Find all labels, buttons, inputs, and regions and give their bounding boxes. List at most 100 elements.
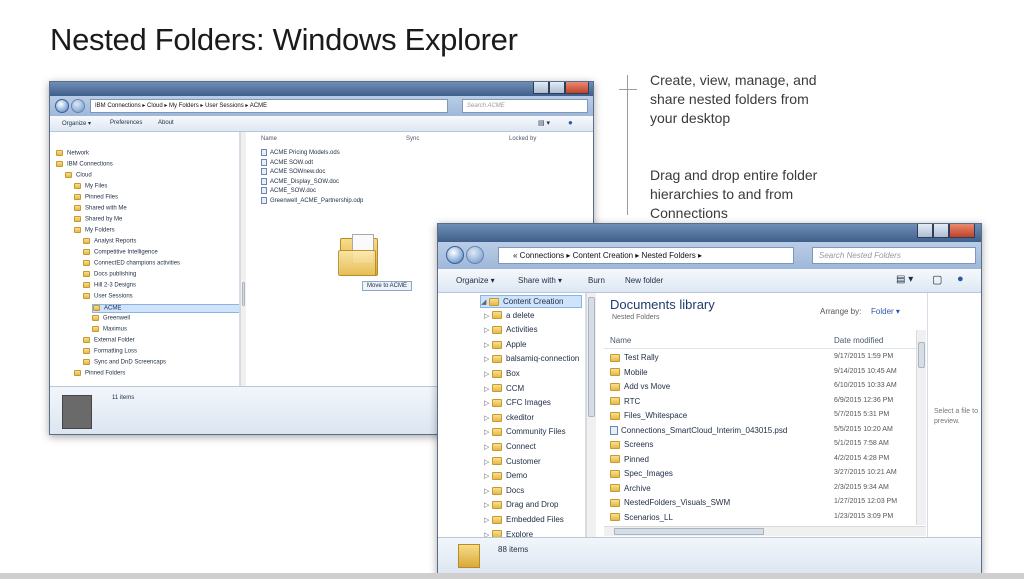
nav-item[interactable]: Shared with Me (74, 205, 127, 212)
view-options-icon[interactable]: ▤ ▾ (896, 274, 913, 285)
nav-item[interactable]: My Folders (74, 227, 115, 234)
minimize-button[interactable] (533, 82, 549, 94)
expand-arrow-icon[interactable]: ▷ (484, 442, 492, 454)
nav-item[interactable]: ▷ ckeditor (484, 412, 534, 425)
nav-item[interactable]: Hill 2-3 Designs (83, 282, 136, 289)
nav-item[interactable]: Cloud (65, 172, 92, 179)
search-input[interactable]: Search ACME (462, 99, 588, 113)
file-row[interactable]: ACME SOW.odt (261, 158, 313, 166)
nav-item[interactable]: ▷ Embedded Files (484, 514, 564, 527)
nav-item[interactable]: Analyst Reports (83, 238, 136, 245)
back-button[interactable] (446, 246, 464, 264)
expand-arrow-icon[interactable]: ▷ (484, 325, 492, 337)
nav-item[interactable]: ▷ Connect (484, 441, 536, 454)
nav-item[interactable]: ◢ Content Creation (480, 295, 582, 308)
file-row[interactable]: Spec_Images (610, 469, 673, 478)
file-row[interactable]: Files_Whitespace (610, 411, 687, 420)
nav-item[interactable]: ▷ balsamiq-connection (484, 353, 579, 366)
new-folder-button[interactable]: New folder (625, 276, 663, 285)
file-row[interactable]: ACME_SOW.doc (261, 187, 316, 194)
column-header-sync[interactable]: Sync (406, 136, 419, 142)
preview-pane-icon[interactable]: ▢ (932, 273, 942, 286)
forward-button[interactable] (466, 246, 484, 264)
about-menu[interactable]: About (158, 120, 174, 126)
file-row[interactable]: Scenarios_LL (610, 513, 673, 522)
arrange-by-dropdown[interactable]: Folder ▾ (871, 307, 900, 316)
nav-item[interactable]: ▷ a delete (484, 310, 534, 323)
expand-arrow-icon[interactable]: ▷ (484, 369, 492, 381)
expand-arrow-icon[interactable]: ▷ (484, 486, 492, 498)
nav-item[interactable]: ▷ Docs (484, 485, 524, 498)
nav-item[interactable]: Sync and DnD Screencaps (83, 359, 166, 366)
nav-item[interactable]: Pinned Folders (74, 370, 125, 377)
file-row[interactable]: ACME_Display_SOW.doc (261, 177, 339, 185)
nav-item[interactable]: ▷ Community Files (484, 426, 566, 439)
h-scroll-thumb[interactable] (614, 528, 764, 535)
close-button[interactable] (949, 224, 975, 238)
organize-menu[interactable]: Organize ▾ (456, 276, 495, 285)
nav-item[interactable]: ACME (92, 304, 239, 313)
address-bar[interactable]: IBM Connections ▸ Cloud ▸ My Folders ▸ U… (90, 99, 448, 113)
file-row[interactable]: Test Rally (610, 353, 659, 362)
nav-item[interactable]: Maximus (92, 326, 127, 333)
file-row[interactable]: RTC (610, 397, 640, 406)
nav-item[interactable]: ConnectED champions activities (83, 260, 180, 267)
nav-item[interactable]: ▷ Explore (484, 529, 533, 537)
nav-scroll-thumb[interactable] (588, 297, 595, 417)
content-scroll-thumb[interactable] (918, 342, 925, 368)
nav-item[interactable]: Shared by Me (74, 216, 122, 223)
expand-arrow-icon[interactable]: ▷ (484, 427, 492, 439)
nav-item[interactable]: ▷ CFC Images (484, 397, 551, 410)
nav-scroll-thumb[interactable] (242, 282, 245, 306)
column-header-date-modified[interactable]: Date modified (834, 336, 883, 345)
file-row[interactable]: Screens (610, 440, 653, 449)
help-icon[interactable]: ● (568, 118, 573, 127)
nav-item[interactable]: Network (56, 150, 89, 157)
nav-item[interactable]: ▷ Drag and Drop (484, 499, 558, 512)
nav-item[interactable]: Pinned Files (74, 194, 118, 201)
expand-arrow-icon[interactable]: ▷ (484, 457, 492, 469)
file-row[interactable]: Connections_SmartCloud_Interim_043015.ps… (610, 426, 787, 435)
content-scrollbar[interactable] (916, 330, 926, 525)
nav-item[interactable]: ▷ CCM (484, 383, 524, 396)
search-input[interactable]: Search Nested Folders (812, 247, 976, 264)
expand-arrow-icon[interactable]: ▷ (484, 515, 492, 527)
nav-scrollbar[interactable] (240, 132, 246, 386)
horizontal-scrollbar[interactable] (604, 526, 926, 536)
column-header-name[interactable]: Name (261, 136, 277, 142)
organize-menu[interactable]: Organize ▾ (62, 120, 91, 127)
expand-arrow-icon[interactable]: ▷ (484, 500, 492, 512)
nav-item[interactable]: My Files (74, 183, 107, 190)
expand-arrow-icon[interactable]: ▷ (484, 311, 492, 323)
nav-scrollbar[interactable] (586, 293, 596, 537)
view-options-icon[interactable]: ▤ ▾ (538, 119, 550, 127)
column-header-name[interactable]: Name (610, 336, 631, 345)
file-row[interactable]: Archive (610, 484, 651, 493)
column-header-locked-by[interactable]: Locked by (509, 136, 536, 142)
expand-arrow-icon[interactable]: ▷ (484, 413, 492, 425)
nav-item[interactable]: ▷ Box (484, 368, 520, 381)
close-button[interactable] (565, 82, 589, 94)
expand-arrow-icon[interactable]: ▷ (484, 398, 492, 410)
file-row[interactable]: Mobile (610, 368, 648, 377)
nav-item[interactable]: Docs publishing (83, 271, 136, 278)
expand-arrow-icon[interactable]: ▷ (484, 530, 492, 537)
nav-item[interactable]: Formatting Loss (83, 348, 137, 355)
file-row[interactable]: NestedFolders_Visuals_SWM (610, 498, 730, 507)
nav-item[interactable]: External Folder (83, 337, 135, 344)
file-row[interactable]: ACME Pricing Models.ods (261, 149, 340, 156)
burn-button[interactable]: Burn (588, 276, 605, 285)
nav-item[interactable]: ▷ Customer (484, 456, 541, 469)
file-row[interactable]: Greenwell_ACME_Partnership.odp (261, 196, 363, 204)
forward-button[interactable] (71, 99, 85, 113)
maximize-button[interactable] (549, 82, 565, 94)
maximize-button[interactable] (933, 224, 949, 238)
nav-item[interactable]: ▷ Demo (484, 470, 527, 483)
minimize-button[interactable] (917, 224, 933, 238)
share-with-menu[interactable]: Share with ▾ (518, 276, 562, 285)
nav-item[interactable]: Competitive Intelligence (83, 249, 158, 256)
expand-arrow-icon[interactable]: ▷ (484, 471, 492, 483)
nav-item[interactable]: User Sessions (83, 293, 133, 300)
address-bar[interactable]: « Connections ▸ Content Creation ▸ Neste… (498, 247, 794, 264)
file-row[interactable]: Pinned (610, 455, 649, 464)
